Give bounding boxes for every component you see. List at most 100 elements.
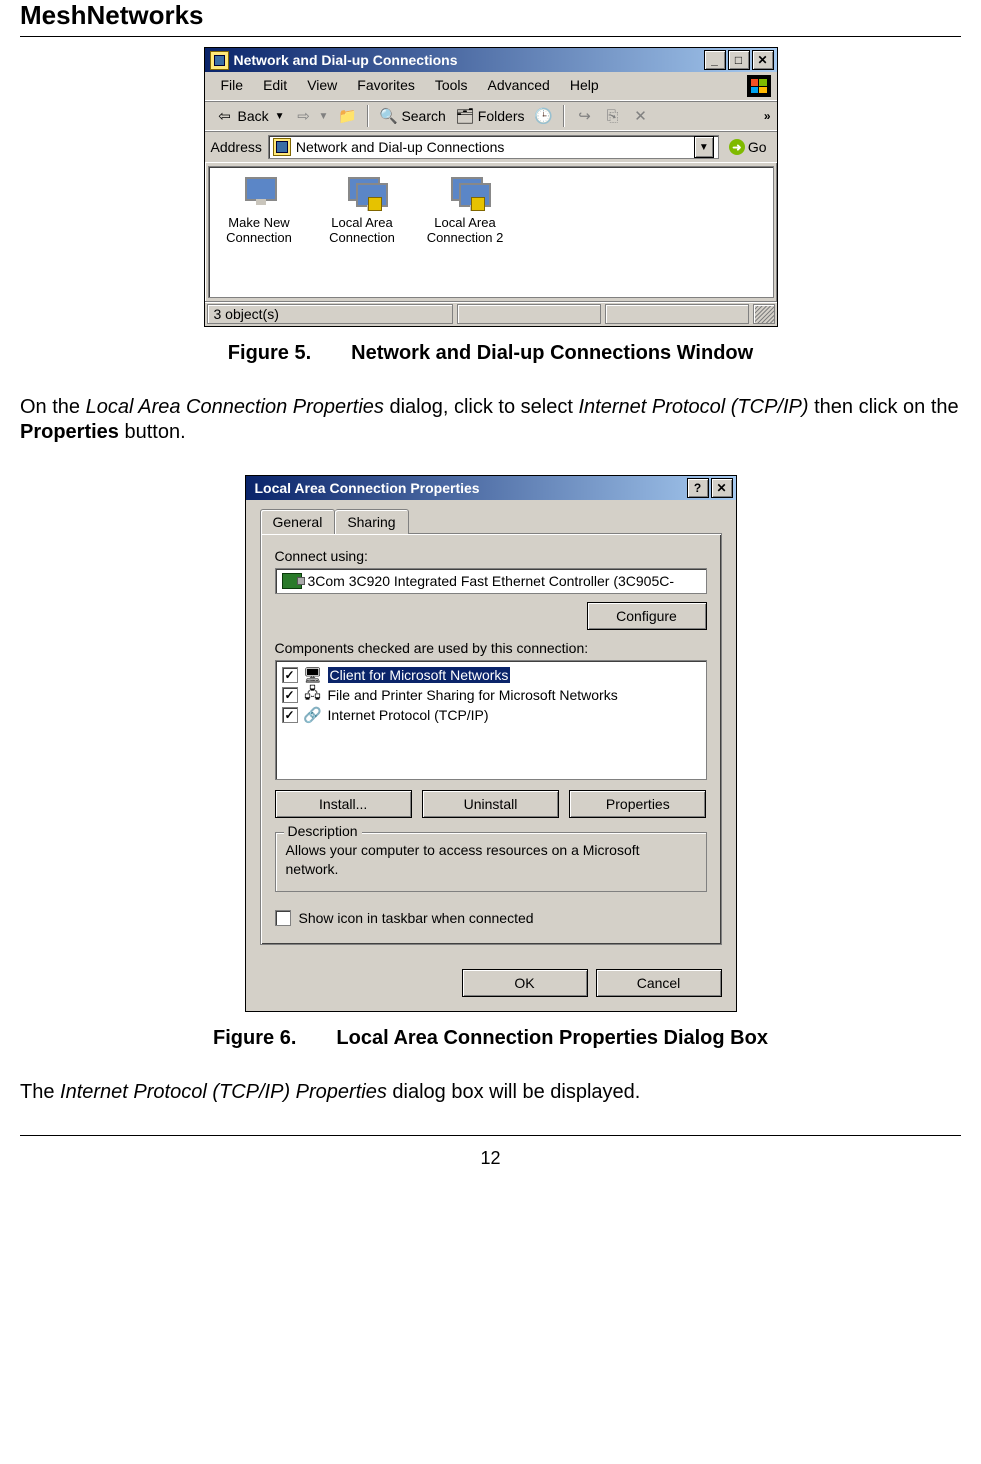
figure6-caption: Figure 6.Local Area Connection Propertie… (20, 1027, 961, 1050)
tab-sharing[interactable]: Sharing (335, 509, 408, 534)
configure-button[interactable]: Configure (587, 602, 707, 630)
address-bar: Address Network and Dial-up Connections … (205, 131, 777, 163)
close-button[interactable]: ✕ (752, 50, 774, 70)
component-tcpip[interactable]: ✓ 🔗 Internet Protocol (TCP/IP) (282, 705, 700, 725)
windows-logo-icon (747, 75, 771, 97)
folders-button[interactable]: 🗂 Folders (451, 105, 530, 127)
item-label: Make New Connection (217, 215, 302, 245)
properties-button[interactable]: Properties (569, 790, 706, 818)
components-label: Components checked are used by this conn… (275, 640, 707, 656)
network-card-icon (282, 573, 302, 589)
description-text: Allows your computer to access resources… (286, 841, 696, 879)
install-button[interactable]: Install... (275, 790, 412, 818)
network-connections-window: Network and Dial-up Connections _ □ ✕ Fi… (204, 47, 778, 327)
paragraph-1: On the Local Area Connection Properties … (20, 395, 961, 445)
titlebar[interactable]: Network and Dial-up Connections _ □ ✕ (205, 48, 777, 72)
component-client-msnet[interactable]: ✓ 🖥 Client for Microsoft Networks (282, 665, 700, 685)
adapter-name: 3Com 3C920 Integrated Fast Ethernet Cont… (308, 573, 675, 589)
item-make-new-connection[interactable]: Make New Connection (217, 177, 302, 245)
menu-edit[interactable]: Edit (253, 75, 297, 97)
show-icon-checkbox-row[interactable]: Show icon in taskbar when connected (275, 910, 707, 926)
search-icon: 🔍 (379, 107, 397, 125)
component-label: File and Printer Sharing for Microsoft N… (328, 687, 618, 703)
connect-using-label: Connect using: (275, 548, 707, 564)
titlebar[interactable]: Local Area Connection Properties ✕ (246, 476, 736, 500)
dropdown-icon: ▼ (319, 111, 329, 122)
toolbar: ⇦ Back ▼ ⇨ ▼ 📁 🔍 Search 🗂 (205, 101, 777, 131)
checkbox-icon[interactable]: ✓ (282, 667, 298, 683)
dropdown-icon: ▼ (275, 111, 285, 122)
statusbar: 3 object(s) (205, 301, 777, 326)
help-button[interactable] (687, 478, 709, 498)
description-legend: Description (284, 823, 362, 839)
checkbox-icon[interactable]: ✓ (282, 707, 298, 723)
folder-icon (210, 51, 229, 70)
maximize-button[interactable]: □ (728, 50, 750, 70)
window-title: Network and Dial-up Connections (234, 52, 704, 68)
address-dropdown-icon[interactable]: ▼ (694, 136, 714, 158)
forward-arrow-icon: ⇨ (295, 107, 313, 125)
paragraph-2: The Internet Protocol (TCP/IP) Propertie… (20, 1080, 961, 1105)
component-label: Client for Microsoft Networks (328, 667, 511, 683)
delete-button[interactable]: ✕ (626, 105, 654, 127)
component-file-print-sharing[interactable]: ✓ 🖧 File and Printer Sharing for Microso… (282, 685, 700, 705)
folder-content[interactable]: Make New Connection Local Area Connectio… (208, 166, 774, 298)
component-label: Internet Protocol (TCP/IP) (328, 707, 489, 723)
menu-file[interactable]: File (211, 75, 254, 97)
cancel-button[interactable]: Cancel (596, 969, 722, 997)
menu-view[interactable]: View (297, 75, 347, 97)
back-button[interactable]: ⇦ Back ▼ (211, 105, 290, 127)
components-list[interactable]: ✓ 🖥 Client for Microsoft Networks ✓ 🖧 Fi… (275, 660, 707, 780)
status-text: 3 object(s) (207, 304, 453, 324)
forward-button[interactable]: ⇨ ▼ (290, 105, 334, 127)
tab-general[interactable]: General (260, 509, 336, 534)
item-local-area-connection[interactable]: Local Area Connection (320, 177, 405, 245)
back-arrow-icon: ⇦ (216, 107, 234, 125)
adapter-field: 3Com 3C920 Integrated Fast Ethernet Cont… (275, 568, 707, 594)
address-label: Address (211, 139, 262, 155)
show-icon-label: Show icon in taskbar when connected (299, 910, 534, 926)
description-group: Description Allows your computer to acce… (275, 832, 707, 892)
footer-rule (20, 1135, 961, 1136)
moveto-button[interactable]: ↪ (570, 105, 598, 127)
client-icon: 🖥 (304, 666, 322, 684)
page-header: MeshNetworks (20, 0, 961, 34)
history-icon: 🕒 (534, 107, 552, 125)
connection-properties-dialog: Local Area Connection Properties ✕ Gener… (245, 475, 737, 1012)
resize-gripper-icon[interactable] (753, 304, 775, 324)
page-number: 12 (20, 1148, 961, 1179)
uninstall-button[interactable]: Uninstall (422, 790, 559, 818)
item-local-area-connection-2[interactable]: Local Area Connection 2 (423, 177, 508, 245)
figure5-caption: Figure 5.Network and Dial-up Connections… (20, 342, 961, 365)
protocol-icon: 🔗 (304, 706, 322, 724)
close-button[interactable]: ✕ (711, 478, 733, 498)
item-label: Local Area Connection 2 (423, 215, 508, 245)
item-label: Local Area Connection (320, 215, 405, 245)
menubar: File Edit View Favorites Tools Advanced … (205, 72, 777, 101)
address-value: Network and Dial-up Connections (296, 139, 505, 155)
header-rule (20, 36, 961, 37)
menu-advanced[interactable]: Advanced (478, 75, 560, 97)
copyto-button[interactable]: ⎘ (598, 105, 626, 127)
search-button[interactable]: 🔍 Search (374, 105, 450, 127)
menu-tools[interactable]: Tools (425, 75, 478, 97)
dialog-title: Local Area Connection Properties (249, 480, 687, 496)
delete-icon: ✕ (631, 107, 649, 125)
copy-icon: ⎘ (603, 107, 621, 125)
menu-favorites[interactable]: Favorites (347, 75, 425, 97)
ok-button[interactable]: OK (462, 969, 588, 997)
overflow-icon[interactable]: » (764, 109, 771, 123)
service-icon: 🖧 (304, 686, 322, 704)
checkbox-icon[interactable]: ✓ (282, 687, 298, 703)
menu-help[interactable]: Help (560, 75, 609, 97)
up-button[interactable]: 📁 (333, 105, 361, 127)
minimize-button[interactable]: _ (704, 50, 726, 70)
go-arrow-icon: ➜ (729, 139, 745, 155)
checkbox-icon[interactable] (275, 910, 291, 926)
folder-up-icon: 📁 (338, 107, 356, 125)
folder-icon (273, 138, 291, 156)
address-field[interactable]: Network and Dial-up Connections ▼ (268, 135, 719, 159)
folders-icon: 🗂 (456, 107, 474, 125)
go-button[interactable]: ➜ Go (725, 137, 771, 157)
history-button[interactable]: 🕒 (529, 105, 557, 127)
